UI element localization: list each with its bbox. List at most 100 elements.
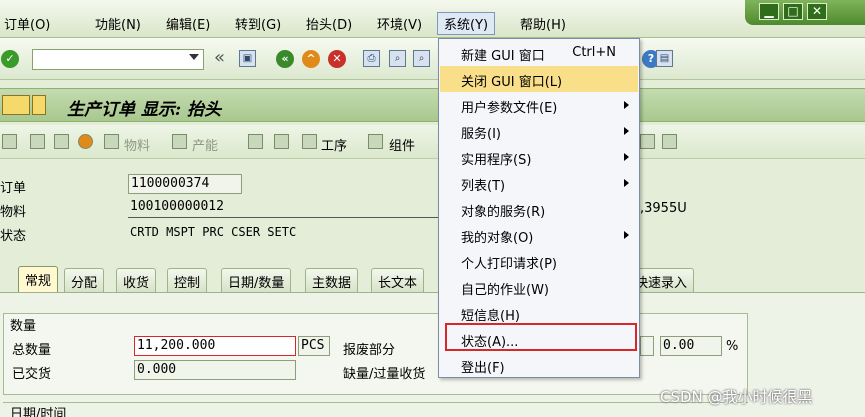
- title-bar: 生产订单 显示: 抬头: [0, 88, 865, 122]
- status-highlight-box: [445, 323, 637, 351]
- menu-functions[interactable]: 功能(N): [95, 14, 141, 33]
- tab-strip: 常规 分配 收货 控制 日期/数量 主数据 长文本 快速录入: [0, 266, 865, 293]
- calculator-icon[interactable]: [54, 134, 69, 149]
- layout-icon[interactable]: ▤: [656, 50, 673, 67]
- menu-own-jobs[interactable]: 自己的作业(W): [440, 274, 638, 300]
- close-window-button[interactable]: ✕: [807, 3, 827, 20]
- print-icon[interactable]: ⎙: [363, 50, 380, 67]
- menu-list-label: 列表(T): [461, 179, 506, 194]
- menu-object-services-label: 对象的服务(R): [461, 205, 546, 220]
- percent-sign: %: [726, 339, 739, 354]
- components-button-label[interactable]: 组件: [389, 135, 415, 154]
- menu-own-spool-requests-label: 个人打印请求(P): [461, 257, 557, 272]
- menu-my-objects[interactable]: 我的对象(O): [440, 222, 638, 248]
- window-controls: ▁ □ ✕: [745, 0, 865, 25]
- scrap-label: 报废部分: [343, 343, 396, 358]
- menu-close-gui-window-label: 关闭 GUI 窗口(L): [461, 75, 563, 90]
- menu-own-spool-requests[interactable]: 个人打印请求(P): [440, 248, 638, 274]
- total-qty-label: 总数量: [12, 343, 52, 358]
- exit-icon[interactable]: ^: [302, 50, 320, 68]
- object-icon[interactable]: [2, 95, 30, 115]
- menu-new-gui-window-label: 新建 GUI 窗口: [461, 49, 545, 64]
- material-field[interactable]: 100100000012: [128, 198, 438, 218]
- submenu-arrow-icon: [624, 179, 629, 187]
- submenu-arrow-icon: [624, 231, 629, 239]
- menu-new-gui-window[interactable]: 新建 GUI 窗口 Ctrl+N: [440, 40, 638, 66]
- tab-master-data[interactable]: 主数据: [305, 268, 359, 292]
- chevron-down-icon[interactable]: [189, 54, 199, 60]
- components-icon[interactable]: [368, 134, 383, 149]
- find-next-icon[interactable]: ⌕: [413, 50, 430, 67]
- pie-chart-icon[interactable]: [78, 134, 93, 149]
- delivered-label: 已交货: [12, 367, 52, 382]
- total-qty-field[interactable]: 11,200.000: [134, 336, 296, 356]
- object-menu-icon[interactable]: [32, 95, 46, 115]
- calendar-icon[interactable]: [30, 134, 45, 149]
- command-field[interactable]: [32, 49, 204, 70]
- menu-environment[interactable]: 环境(V): [377, 14, 422, 33]
- menu-utilities[interactable]: 实用程序(S): [440, 144, 638, 170]
- collapse-icon[interactable]: «: [214, 47, 225, 68]
- stack-icon[interactable]: [274, 134, 289, 149]
- submenu-arrow-icon: [624, 127, 629, 135]
- menu-list[interactable]: 列表(T): [440, 170, 638, 196]
- menu-services-label: 服务(I): [461, 127, 501, 142]
- tab-goods-receipt[interactable]: 收货: [116, 268, 157, 292]
- menu-header[interactable]: 抬头(D): [306, 14, 352, 33]
- operations-icon[interactable]: [302, 134, 317, 149]
- menu-bar: 订单(O) 功能(N) 编辑(E) 转到(G) 抬头(D) 环境(V) 系统(Y…: [0, 0, 865, 38]
- shortcut-label: Ctrl+N: [572, 45, 616, 60]
- save-icon[interactable]: ▣: [239, 50, 256, 67]
- tab-general[interactable]: 常规: [18, 266, 59, 293]
- capacity-button-label[interactable]: 产能: [192, 135, 218, 154]
- operations-button-label[interactable]: 工序: [321, 135, 347, 154]
- restore-button[interactable]: □: [783, 3, 803, 20]
- menu-system[interactable]: 系统(Y): [437, 12, 496, 35]
- menu-log-off[interactable]: 登出(F): [440, 352, 638, 378]
- menu-services[interactable]: 服务(I): [440, 118, 638, 144]
- menu-my-objects-label: 我的对象(O): [461, 231, 534, 246]
- menu-short-message-label: 短信息(H): [461, 309, 520, 324]
- back-icon[interactable]: «: [276, 50, 294, 68]
- page-title: 生产订单 显示: 抬头: [67, 100, 222, 120]
- find-icon[interactable]: ⌕: [389, 50, 406, 67]
- toolbar-extra-icon[interactable]: [640, 134, 655, 149]
- order-field[interactable]: 1100000374: [128, 174, 242, 194]
- tab-dates-quantities[interactable]: 日期/数量: [221, 268, 292, 292]
- capacity-icon[interactable]: [172, 134, 187, 149]
- tab-long-text[interactable]: 长文本: [371, 268, 425, 292]
- watermark: CSDN @我小时候很黑: [660, 388, 813, 406]
- shortage-label: 缺量/过量收货: [343, 367, 426, 382]
- toolbar-grid-icon[interactable]: [662, 134, 677, 149]
- material-button-label[interactable]: 物料: [124, 135, 150, 154]
- unit-field[interactable]: PCS: [298, 336, 330, 356]
- submenu-arrow-icon: [624, 101, 629, 109]
- scrap-percent-field[interactable]: 0.00: [660, 336, 722, 356]
- menu-close-gui-window[interactable]: 关闭 GUI 窗口(L): [440, 66, 638, 92]
- menu-object-services[interactable]: 对象的服务(R): [440, 196, 638, 222]
- material-description: ,3955U: [640, 201, 687, 216]
- scrap-qty-field[interactable]: [640, 336, 654, 356]
- cancel-icon[interactable]: ✕: [328, 50, 346, 68]
- enter-check-icon[interactable]: ✓: [1, 50, 19, 68]
- menu-edit[interactable]: 编辑(E): [166, 14, 210, 33]
- minimize-button[interactable]: ▁: [759, 3, 779, 20]
- delivered-field[interactable]: 0.000: [134, 360, 296, 380]
- status-label: 状态: [0, 229, 27, 244]
- menu-user-profile[interactable]: 用户参数文件(E): [440, 92, 638, 118]
- dates-group-title: 日期/时间: [10, 407, 67, 417]
- application-toolbar: 物料 产能 工序 组件: [0, 125, 865, 159]
- menu-help[interactable]: 帮助(H): [520, 14, 566, 33]
- menu-utilities-label: 实用程序(S): [461, 153, 532, 168]
- menu-goto[interactable]: 转到(G): [235, 14, 281, 33]
- tab-assignment[interactable]: 分配: [64, 268, 105, 292]
- material-label: 物料: [0, 205, 27, 220]
- dates-group: [3, 402, 748, 417]
- flag-icon[interactable]: [2, 134, 17, 149]
- material-icon[interactable]: [104, 134, 119, 149]
- order-label: 订单: [0, 181, 27, 196]
- tab-control[interactable]: 控制: [167, 268, 208, 292]
- hierarchy-icon[interactable]: [248, 134, 263, 149]
- menu-user-profile-label: 用户参数文件(E): [461, 101, 558, 116]
- menu-order[interactable]: 订单(O): [4, 14, 50, 33]
